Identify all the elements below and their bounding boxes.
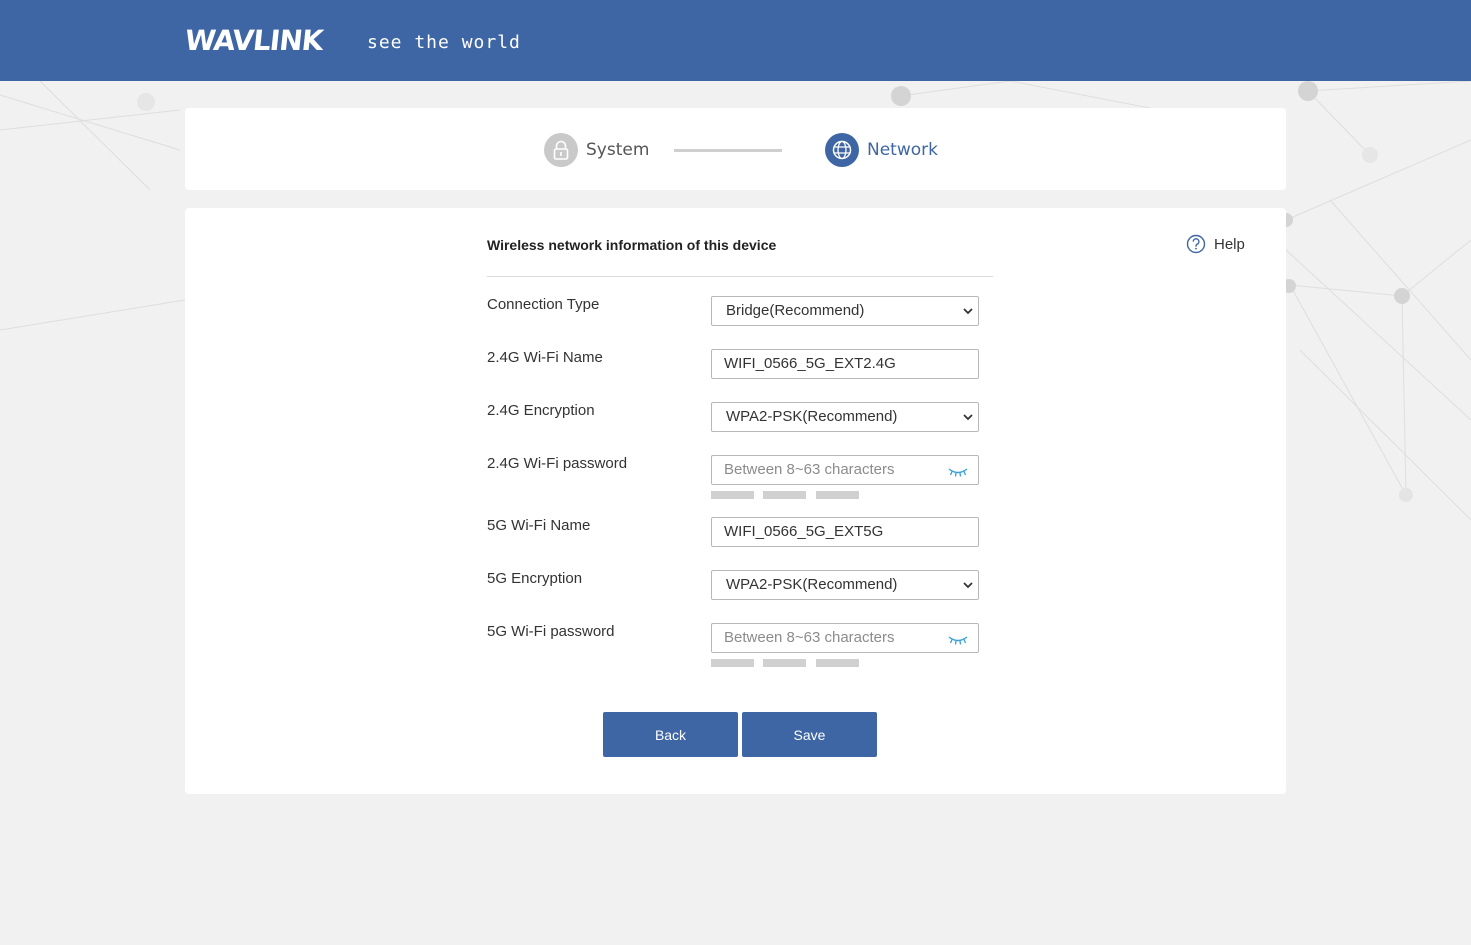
back-button[interactable]: Back — [603, 712, 738, 757]
setup-steps-card: System Network — [185, 108, 1286, 190]
wifi5-password-placeholder: Between 8~63 characters — [724, 629, 895, 646]
help-label: Help — [1214, 235, 1245, 253]
wifi24-encryption-value: WPA2-PSK(Recommend) — [726, 408, 898, 425]
help-link[interactable]: Help — [1186, 234, 1245, 254]
top-header-bar: WAVLINK see the world — [0, 0, 1471, 81]
step-network[interactable]: Network — [825, 133, 938, 167]
wifi5-name-value: WIFI_0566_5G_EXT5G — [724, 523, 884, 540]
wifi24-name-value: WIFI_0566_5G_EXT2.4G — [724, 355, 896, 372]
wifi24-password-label: 2.4G Wi-Fi password — [487, 455, 628, 472]
question-circle-icon — [1186, 234, 1206, 254]
lock-icon — [544, 133, 578, 167]
eye-closed-icon[interactable] — [948, 635, 968, 645]
step-system-label: System — [586, 140, 650, 160]
wifi5-password-input[interactable]: Between 8~63 characters — [711, 623, 979, 653]
wifi5-encryption-select[interactable]: WPA2-PSK(Recommend) — [711, 570, 979, 600]
step-connector-line — [674, 149, 782, 152]
connection-type-select[interactable]: Bridge(Recommend) — [711, 296, 979, 326]
section-title: Wireless network information of this dev… — [487, 237, 777, 253]
wifi24-name-label: 2.4G Wi-Fi Name — [487, 349, 603, 366]
step-system[interactable]: System — [544, 133, 649, 167]
wireless-settings-card: Wireless network information of this dev… — [185, 208, 1286, 794]
logo-tagline: see the world — [367, 32, 521, 53]
logo-wordmark: WAVLINK — [183, 24, 325, 57]
wifi24-encryption-select[interactable]: WPA2-PSK(Recommend) — [711, 402, 979, 432]
step-network-label: Network — [867, 140, 938, 160]
wifi5-encryption-value: WPA2-PSK(Recommend) — [726, 576, 898, 593]
section-divider — [487, 276, 993, 277]
wifi5-encryption-label: 5G Encryption — [487, 570, 583, 587]
globe-icon — [825, 133, 859, 167]
chevron-down-icon — [963, 582, 973, 589]
wifi24-password-input[interactable]: Between 8~63 characters — [711, 455, 979, 485]
chevron-down-icon — [963, 308, 973, 315]
wifi5-name-label: 5G Wi-Fi Name — [487, 517, 591, 534]
connection-type-label: Connection Type — [487, 296, 600, 313]
eye-closed-icon[interactable] — [948, 467, 968, 477]
wifi5-name-input[interactable]: WIFI_0566_5G_EXT5G — [711, 517, 979, 547]
wifi24-name-input[interactable]: WIFI_0566_5G_EXT2.4G — [711, 349, 979, 379]
wifi24-password-placeholder: Between 8~63 characters — [724, 461, 895, 478]
save-button[interactable]: Save — [742, 712, 877, 757]
chevron-down-icon — [963, 414, 973, 421]
wifi5-password-label: 5G Wi-Fi password — [487, 623, 615, 640]
wifi24-encryption-label: 2.4G Encryption — [487, 402, 595, 419]
connection-type-value: Bridge(Recommend) — [726, 302, 865, 319]
